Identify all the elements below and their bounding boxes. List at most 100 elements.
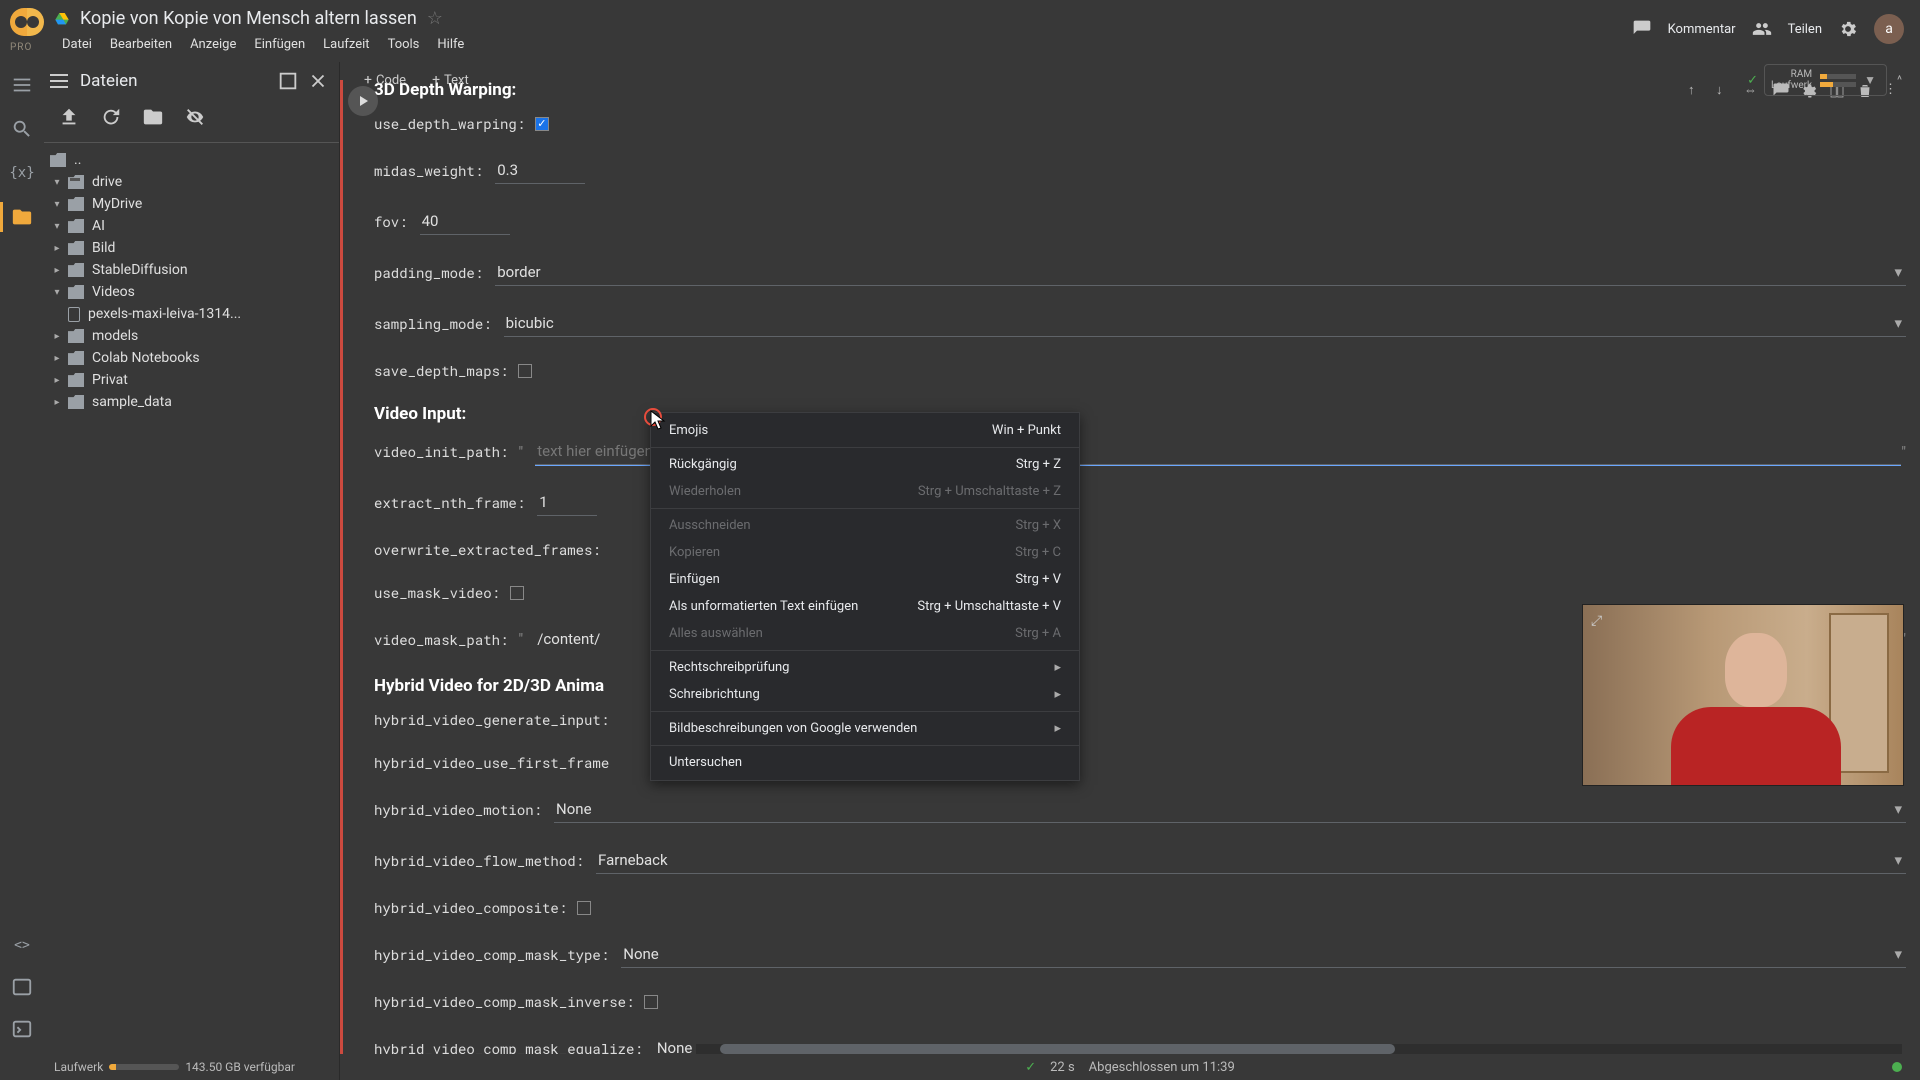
ctx-select-all[interactable]: Alles auswählenStrg + A: [651, 620, 1079, 647]
add-text-button[interactable]: +Text: [424, 68, 477, 92]
ctx-paste[interactable]: EinfügenStrg + V: [651, 566, 1079, 593]
label-fov: fov:: [374, 212, 408, 231]
folder-up[interactable]: ..: [50, 152, 339, 168]
files-tab-icon[interactable]: [11, 206, 33, 228]
toggle-header-icon[interactable]: ^: [1893, 73, 1906, 87]
select-sampling-mode[interactable]: bicubic: [504, 310, 1906, 337]
select-hybrid-motion[interactable]: None: [554, 796, 1906, 823]
label-hybrid-motion: hybrid_video_motion:: [374, 800, 542, 819]
ctx-cut[interactable]: AusschneidenStrg + X: [651, 512, 1079, 539]
popout-icon[interactable]: [277, 70, 299, 92]
chevron-down-icon[interactable]: ▼: [1860, 73, 1880, 87]
kommentar-button[interactable]: Kommentar: [1668, 22, 1736, 37]
menu-icon[interactable]: [50, 74, 68, 88]
label-midas-weight: midas_weight:: [374, 161, 483, 180]
menu-einfuegen[interactable]: Einfügen: [246, 33, 313, 56]
ctx-paste-plain[interactable]: Als unformatierten Text einfügenStrg + U…: [651, 593, 1079, 620]
label-overwrite-frames: overwrite_extracted_frames:: [374, 540, 601, 559]
menubar: Datei Bearbeiten Anzeige Einfügen Laufze…: [54, 33, 1632, 56]
star-icon[interactable]: ☆: [427, 8, 443, 29]
folder-ai[interactable]: ▾AI: [50, 218, 339, 234]
menu-laufzeit[interactable]: Laufzeit: [315, 33, 377, 56]
add-code-button[interactable]: +Code: [356, 68, 414, 92]
upload-icon[interactable]: [58, 106, 80, 128]
folder-drive[interactable]: ▾drive: [50, 174, 339, 190]
label-video-mask-path: video_mask_path:: [374, 630, 508, 649]
ctx-img-desc[interactable]: Bildbeschreibungen von Google verwenden▸: [651, 715, 1079, 742]
folder-sd[interactable]: ▸StableDiffusion: [50, 262, 339, 278]
menu-hilfe[interactable]: Hilfe: [429, 33, 472, 56]
status-elapsed: 22 s: [1050, 1060, 1075, 1075]
folder-colab[interactable]: ▸Colab Notebooks: [50, 350, 339, 366]
input-fov[interactable]: 40: [420, 208, 510, 235]
chk-hybrid-composite[interactable]: [577, 901, 591, 915]
chk-hybrid-mask-inverse[interactable]: [644, 995, 658, 1009]
context-menu: EmojisWin + Punkt RückgängigStrg + Z Wie…: [650, 412, 1080, 781]
folder-privat[interactable]: ▸Privat: [50, 372, 339, 388]
menu-datei[interactable]: Datei: [54, 33, 100, 56]
select-hybrid-mask-type[interactable]: None: [621, 941, 1906, 968]
input-video-mask-path[interactable]: /content/: [535, 626, 602, 652]
colab-logo: [10, 8, 46, 44]
chk-use-depth-warping[interactable]: [535, 117, 549, 131]
move-up-icon[interactable]: ↑: [1688, 82, 1706, 100]
drive-icon: [54, 11, 70, 27]
folder-mydrive[interactable]: ▾MyDrive: [50, 196, 339, 212]
label-save-depth-maps: save_depth_maps:: [374, 361, 508, 380]
ctx-copy[interactable]: KopierenStrg + C: [651, 539, 1079, 566]
input-extract-nth[interactable]: 1: [537, 489, 597, 516]
status-done: Abgeschlossen um 11:39: [1089, 1060, 1235, 1075]
avatar[interactable]: a: [1874, 14, 1904, 44]
label-hybrid-first-frame: hybrid_video_use_first_frame: [374, 753, 609, 772]
files-title: Dateien: [80, 71, 138, 91]
refresh-icon[interactable]: [100, 106, 122, 128]
notebook-title[interactable]: Kopie von Kopie von Mensch altern lassen: [80, 8, 417, 29]
chk-save-depth-maps[interactable]: [518, 364, 532, 378]
select-hybrid-flow[interactable]: Farneback: [596, 847, 1906, 874]
chk-use-mask-video[interactable]: [510, 586, 524, 600]
folder-bild[interactable]: ▸Bild: [50, 240, 339, 256]
label-hybrid-gen-input: hybrid_video_generate_input:: [374, 710, 609, 729]
move-down-icon[interactable]: ↓: [1716, 82, 1734, 100]
variables-icon[interactable]: {x}: [11, 162, 33, 184]
mount-drive-icon[interactable]: [142, 106, 164, 128]
ctx-redo[interactable]: WiederholenStrg + Umschalttaste + Z: [651, 478, 1079, 505]
gear-icon[interactable]: [1838, 19, 1858, 39]
label-sampling-mode: sampling_mode:: [374, 314, 492, 333]
status-check-icon: ✓: [1025, 1060, 1036, 1075]
ctx-undo[interactable]: RückgängigStrg + Z: [651, 451, 1079, 478]
ram-meter[interactable]: RAMLaufwerk ▼: [1764, 64, 1887, 96]
search-icon[interactable]: [11, 118, 33, 140]
code-icon[interactable]: <>: [11, 934, 33, 956]
ctx-direction[interactable]: Schreibrichtung▸: [651, 681, 1079, 708]
section-3d-warping: 3D Depth Warping:: [374, 80, 1906, 100]
folder-videos[interactable]: ▾Videos: [50, 284, 339, 300]
teilen-button[interactable]: Teilen: [1788, 22, 1822, 37]
menu-bearbeiten[interactable]: Bearbeiten: [102, 33, 180, 56]
disk-label: Laufwerk: [54, 1060, 103, 1074]
hide-icon[interactable]: [184, 106, 206, 128]
file-video[interactable]: pexels-maxi-leiva-1314...: [50, 306, 339, 322]
ctx-inspect[interactable]: Untersuchen: [651, 749, 1079, 776]
close-icon[interactable]: [307, 70, 329, 92]
folder-sample[interactable]: ▸sample_data: [50, 394, 339, 410]
menu-tools[interactable]: Tools: [380, 33, 428, 56]
folder-models[interactable]: ▸models: [50, 328, 339, 344]
select-padding-mode[interactable]: border: [495, 259, 1906, 286]
share-icon[interactable]: [1752, 19, 1772, 39]
menu-anzeige[interactable]: Anzeige: [182, 33, 244, 56]
comment-icon[interactable]: [1632, 19, 1652, 39]
status-dot-icon: [1892, 1062, 1902, 1072]
label-video-init-path: video_init_path:: [374, 442, 508, 461]
horizontal-scrollbar[interactable]: [696, 1044, 1902, 1054]
toc-icon[interactable]: [11, 74, 33, 96]
ctx-spellcheck[interactable]: Rechtschreibprüfung▸: [651, 654, 1079, 681]
input-midas-weight[interactable]: 0.3: [495, 157, 585, 184]
command-icon[interactable]: [11, 1018, 33, 1040]
label-extract-nth: extract_nth_frame:: [374, 493, 525, 512]
disk-usage-bar: [109, 1064, 179, 1070]
ctx-emojis[interactable]: EmojisWin + Punkt: [651, 417, 1079, 444]
section-video-input: Video Input:: [374, 404, 1906, 424]
webcam-overlay: ⤢: [1582, 604, 1904, 786]
terminal-icon[interactable]: [11, 976, 33, 998]
